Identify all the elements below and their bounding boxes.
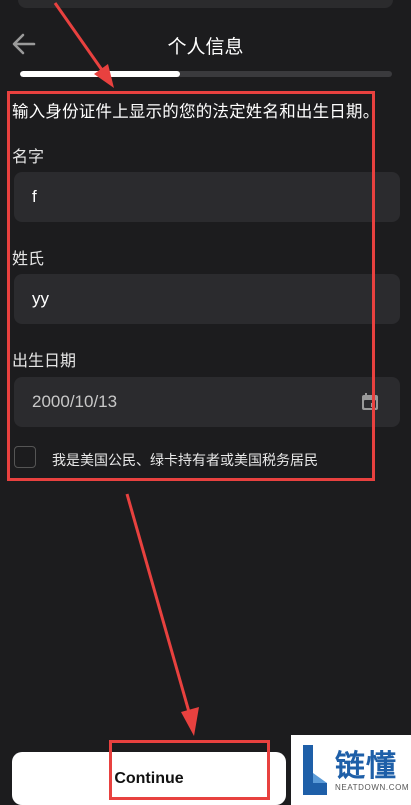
- continue-button[interactable]: Continue: [12, 752, 286, 805]
- us-person-label: 我是美国公民、绿卡持有者或美国税务居民: [52, 452, 318, 468]
- page-title: 个人信息: [167, 37, 244, 58]
- birth-date-field[interactable]: [14, 377, 400, 427]
- header: 个人信息: [0, 22, 411, 66]
- annotation-arrowhead-bottom: [181, 707, 199, 736]
- first-name-field[interactable]: [14, 172, 400, 222]
- instruction-text: 输入身份证件上显示的您的法定姓名和出生日期。: [12, 103, 380, 121]
- birth-date-input[interactable]: [14, 377, 400, 427]
- last-name-input[interactable]: [14, 274, 400, 324]
- top-strip: [18, 0, 393, 8]
- calendar-icon[interactable]: [360, 392, 380, 412]
- first-name-label: 名字: [12, 149, 45, 166]
- progress-fill: [20, 71, 180, 77]
- progress-bar: [20, 71, 392, 77]
- watermark-text: 链懂: [335, 750, 397, 783]
- annotation-arrow-bottom: [125, 493, 191, 713]
- first-name-input[interactable]: [14, 172, 400, 222]
- birth-date-label: 出生日期: [12, 353, 77, 370]
- last-name-field[interactable]: [14, 274, 400, 324]
- us-person-checkbox[interactable]: [14, 446, 36, 468]
- neatdown-logo-icon: [299, 743, 329, 797]
- watermark-subtext: NEATDOWN.COM: [335, 783, 410, 792]
- last-name-label: 姓氏: [12, 251, 45, 268]
- watermark-logo: 链懂 NEATDOWN.COM: [291, 735, 411, 805]
